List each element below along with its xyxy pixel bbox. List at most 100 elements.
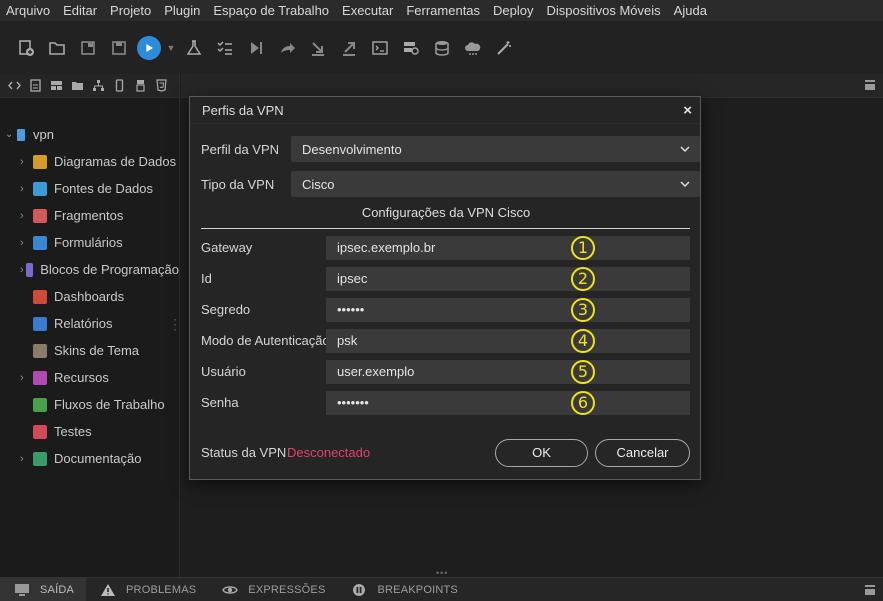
- config-row: Senha ••••••• 6: [201, 391, 690, 415]
- tree-item[interactable]: › Formulários: [0, 229, 179, 256]
- menu-dispositivos-moveis[interactable]: Dispositivos Móveis: [541, 0, 668, 22]
- new-project-icon[interactable]: [10, 33, 41, 63]
- run-icon[interactable]: [134, 33, 164, 63]
- tree-item-icon: [33, 397, 47, 412]
- panel-menu-icon[interactable]: [865, 585, 875, 595]
- tab-expressoes[interactable]: EXPRESSÕES: [208, 578, 337, 601]
- close-icon[interactable]: ×: [683, 97, 692, 124]
- config-field-label: Senha: [201, 395, 239, 410]
- code-icon[interactable]: [4, 76, 25, 96]
- tree-item[interactable]: › Recursos: [0, 364, 179, 391]
- tree-root-vpn[interactable]: ⌄ vpn: [0, 121, 179, 148]
- chevron-right-icon[interactable]: ›: [20, 237, 33, 249]
- tab-saida[interactable]: SAÍDA: [0, 577, 87, 601]
- section-title: Configurações da VPN Cisco: [361, 205, 531, 220]
- menu-ferramentas[interactable]: Ferramentas: [400, 0, 487, 22]
- chevron-right-icon[interactable]: ›: [20, 183, 33, 195]
- html5-icon[interactable]: [151, 76, 172, 96]
- close-project-icon[interactable]: [72, 33, 103, 63]
- menu-espaco-de-trabalho[interactable]: Espaço de Trabalho: [207, 0, 336, 22]
- run-options-chevron-icon[interactable]: ▼: [164, 43, 178, 53]
- menu-ajuda[interactable]: Ajuda: [668, 0, 714, 22]
- step-icon[interactable]: [240, 33, 271, 63]
- config-field-input[interactable]: psk 4: [326, 329, 690, 353]
- database-icon[interactable]: [426, 33, 457, 63]
- type-select[interactable]: Cisco: [291, 171, 700, 197]
- tree-item-label: Testes: [54, 424, 92, 439]
- save-icon[interactable]: [103, 33, 134, 63]
- config-field-input[interactable]: ••••••• 6: [326, 391, 690, 415]
- tree-item-label: Formulários: [54, 235, 123, 250]
- tree-item-icon: [33, 181, 47, 196]
- tree-item[interactable]: › Diagramas de Dados: [0, 148, 179, 175]
- cancel-button[interactable]: Cancelar: [595, 439, 690, 467]
- config-field-input[interactable]: user.exemplo 5: [326, 360, 690, 384]
- tree-item-icon: [33, 451, 47, 466]
- chevron-down-icon[interactable]: ⌄: [5, 129, 15, 140]
- file-icon[interactable]: [25, 76, 46, 96]
- magic-wand-icon[interactable]: [488, 33, 519, 63]
- layout-icon[interactable]: [46, 76, 67, 96]
- annotation-number-badge: 4: [571, 329, 595, 353]
- tree-item[interactable]: Testes: [0, 418, 179, 445]
- menu-editar[interactable]: Editar: [57, 0, 104, 22]
- tree-item[interactable]: Dashboards: [0, 283, 179, 310]
- explorer-tabs: [0, 74, 179, 98]
- tree-item-icon: [33, 316, 47, 331]
- mobile-icon[interactable]: [109, 76, 130, 96]
- menu-plugin[interactable]: Plugin: [158, 0, 207, 22]
- panel-menu-icon[interactable]: [865, 80, 875, 90]
- config-field-input[interactable]: •••••• 3: [326, 298, 690, 322]
- tree-item-label: Fontes de Dados: [54, 181, 154, 196]
- pause-circle-icon: [351, 583, 367, 597]
- config-field-label: Modo de Autenticação: [201, 333, 330, 348]
- tree-item[interactable]: Fluxos de Trabalho: [0, 391, 179, 418]
- splitter-handle[interactable]: · · ·: [173, 313, 177, 335]
- config-field-label: Gateway: [201, 240, 253, 255]
- share-icon[interactable]: [271, 33, 302, 63]
- menu-arquivo[interactable]: Arquivo: [0, 0, 57, 22]
- config-row: Modo de Autenticação psk 4: [201, 329, 690, 353]
- tab-problemas[interactable]: PROBLEMAS: [86, 578, 208, 601]
- tree-item[interactable]: › Blocos de Programação: [0, 256, 179, 283]
- profile-select[interactable]: Desenvolvimento: [291, 136, 700, 162]
- annotation-number-badge: 2: [571, 267, 595, 291]
- tree-item[interactable]: › Documentação: [0, 445, 179, 472]
- status-label: Status da VPN: [201, 445, 287, 460]
- download-icon[interactable]: [302, 33, 333, 63]
- upload-icon[interactable]: [333, 33, 364, 63]
- cloud-icon[interactable]: [457, 33, 488, 63]
- config-field-input[interactable]: ipsec.exemplo.br 1: [326, 236, 690, 260]
- hierarchy-icon[interactable]: [88, 76, 109, 96]
- server-search-icon[interactable]: [395, 33, 426, 63]
- tree-item-icon: [33, 208, 47, 223]
- tree-item-label: Recursos: [54, 370, 109, 385]
- flask-icon[interactable]: [178, 33, 209, 63]
- chevron-right-icon[interactable]: ›: [20, 372, 33, 384]
- tree-item[interactable]: › Fontes de Dados: [0, 175, 179, 202]
- open-folder-icon[interactable]: [41, 33, 72, 63]
- tree-item[interactable]: › Fragmentos: [0, 202, 179, 229]
- ok-button[interactable]: OK: [495, 439, 588, 467]
- menu-executar[interactable]: Executar: [336, 0, 400, 22]
- config-field-input[interactable]: ipsec 2: [326, 267, 690, 291]
- config-field-value: user.exemplo: [337, 364, 415, 379]
- menu-projeto[interactable]: Projeto: [104, 0, 158, 22]
- menu-deploy[interactable]: Deploy: [487, 0, 540, 22]
- chevron-right-icon[interactable]: ›: [20, 210, 33, 222]
- chevron-right-icon[interactable]: ›: [20, 156, 33, 168]
- menu-bar: Arquivo Editar Projeto Plugin Espaço de …: [0, 0, 883, 22]
- tree-item[interactable]: Skins de Tema: [0, 337, 179, 364]
- server-icon[interactable]: [130, 76, 151, 96]
- checklist-icon[interactable]: [209, 33, 240, 63]
- config-field-value: psk: [337, 333, 358, 348]
- folder-tree-icon[interactable]: [67, 76, 88, 96]
- tree-item[interactable]: Relatórios: [0, 310, 179, 337]
- chevron-down-icon: [680, 146, 690, 153]
- chevron-right-icon[interactable]: ›: [20, 453, 33, 465]
- terminal-icon[interactable]: [364, 33, 395, 63]
- annotation-number-badge: 6: [571, 391, 595, 415]
- tree-item-label: Documentação: [54, 451, 142, 466]
- tab-breakpoints[interactable]: BREAKPOINTS: [337, 578, 469, 601]
- tree-item-label: Blocos de Programação: [40, 262, 179, 277]
